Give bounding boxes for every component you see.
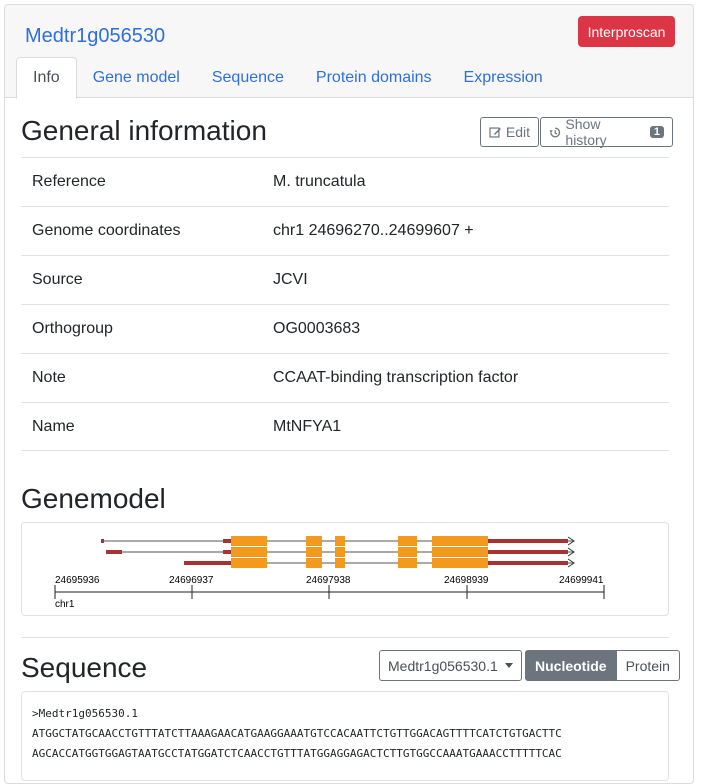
exon (398, 558, 417, 568)
show-history-label: Show history (565, 116, 607, 148)
sequence-heading: Sequence (21, 652, 148, 683)
utr (488, 561, 568, 565)
utr (106, 550, 122, 554)
utr (223, 550, 231, 554)
axis-tick-label: 24696937 (169, 575, 214, 586)
info-table: Reference M. truncatula Genome coordinat… (21, 157, 669, 451)
utr (101, 539, 104, 543)
info-row-source: Source JCVI (21, 255, 669, 304)
genemodel-box: 24695936 24696937 24697938 24698939 2469… (21, 522, 669, 616)
nucleotide-button[interactable]: Nucleotide (525, 650, 617, 681)
transcript-2 (106, 547, 575, 557)
tab-bar: Info Gene model Sequence Protein domains… (16, 57, 559, 99)
axis-tick-label: 24698939 (444, 575, 489, 586)
exon (432, 547, 488, 557)
genemodel-heading: Genemodel (21, 483, 166, 514)
tab-sequence[interactable]: Sequence (196, 57, 300, 99)
sequence-controls: Medtr1g056530.1 Nucleotide Protein (379, 650, 680, 681)
info-value: chr1 24696270..24699607 + (273, 222, 474, 239)
genomic-axis: 24695936 24696937 24697938 24698939 2469… (54, 575, 605, 610)
exon (306, 536, 322, 546)
exon (335, 547, 345, 557)
transcript-select-value: Medtr1g056530.1 (388, 657, 498, 674)
exon (306, 547, 322, 557)
sequence-line: ATGGCTATGCAACCTGTTTATCTTAAAGAACATGAAGGAA… (32, 727, 562, 740)
edit-label: Edit (505, 124, 530, 140)
exon (231, 547, 267, 557)
exon (432, 536, 488, 546)
history-icon (549, 127, 561, 137)
sequence-header-line: >Medtr1g056530.1 (32, 707, 138, 720)
utr (488, 550, 568, 554)
info-value: OG0003683 (273, 320, 361, 337)
exon (398, 536, 417, 546)
exon (398, 547, 417, 557)
tab-expression[interactable]: Expression (448, 57, 559, 99)
info-value: MtNFYA1 (273, 417, 342, 435)
transcript-select[interactable]: Medtr1g056530.1 (379, 650, 522, 681)
general-information-heading: General information (21, 115, 267, 146)
tab-protein-domains[interactable]: Protein domains (300, 57, 448, 99)
sequence-box: >Medtr1g056530.1 ATGGCTATGCAACCTGTTTATCTT… (21, 691, 669, 781)
axis-tick-label: 24695936 (55, 575, 100, 586)
axis-tick-label: 24699941 (559, 575, 604, 586)
transcript-1 (101, 536, 575, 546)
info-key: Name (32, 417, 75, 435)
exon (335, 558, 345, 568)
info-row-note: Note CCAAT-binding transcription factor (21, 353, 669, 402)
info-key: Orthogroup (32, 320, 113, 337)
edit-icon (489, 126, 501, 138)
info-value: JCVI (273, 271, 308, 288)
card-header: Medtr1g056530 Interproscan Info Gene mod… (5, 5, 693, 99)
info-key: Note (32, 369, 66, 386)
info-value: M. truncatula (273, 173, 366, 190)
info-key: Source (32, 271, 83, 288)
transcript-3 (184, 558, 575, 568)
chromosome-label: chr1 (55, 599, 75, 610)
exon (231, 558, 267, 568)
exon (335, 536, 345, 546)
info-key: Reference (32, 173, 106, 190)
info-key: Genome coordinates (32, 222, 181, 239)
gene-title: Medtr1g056530 (25, 25, 166, 47)
divider (21, 637, 669, 638)
info-row-reference: Reference M. truncatula (21, 157, 669, 206)
exon (306, 558, 322, 568)
info-row-genome-coordinates: Genome coordinates chr1 24696270..246996… (21, 206, 669, 255)
info-value: CCAAT-binding transcription factor (273, 369, 519, 386)
edit-button[interactable]: Edit (480, 117, 539, 147)
info-row-orthogroup: Orthogroup OG0003683 (21, 304, 669, 353)
genemodel-diagram: 24695936 24696937 24697938 24698939 2469… (54, 536, 605, 610)
tab-gene-model[interactable]: Gene model (77, 57, 196, 99)
sequence-line: AGCACCATGGTGGAGTAATGCCTATGGATCTCAACCTGTT… (32, 747, 562, 760)
utr (184, 561, 231, 565)
history-count-badge: 1 (649, 126, 664, 138)
show-history-button[interactable]: Show history 1 (540, 116, 673, 148)
caret-down-icon (505, 663, 513, 668)
exon (432, 558, 488, 568)
interproscan-button[interactable]: Interproscan (578, 16, 675, 47)
info-row-name: Name MtNFYA1 (21, 402, 669, 451)
utr (223, 539, 231, 543)
exon (231, 536, 267, 546)
axis-tick-label: 24697938 (306, 575, 351, 586)
utr (488, 539, 568, 543)
protein-button[interactable]: Protein (616, 650, 680, 681)
tab-info[interactable]: Info (16, 57, 77, 99)
